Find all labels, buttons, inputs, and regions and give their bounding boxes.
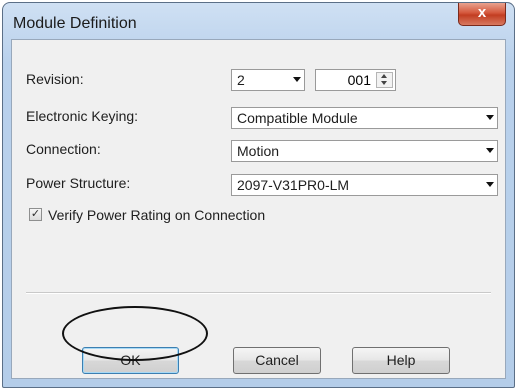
close-icon[interactable]: x <box>478 4 486 21</box>
chevron-down-icon[interactable] <box>486 182 494 187</box>
power-structure-value: 2097-V31PR0-LM <box>237 177 350 193</box>
revision-label: Revision: <box>26 71 84 87</box>
spinner-buttons[interactable] <box>376 72 393 88</box>
electronic-keying-value: Compatible Module <box>237 110 358 126</box>
checkmark-icon: ✓ <box>30 208 41 220</box>
help-button[interactable]: Help <box>352 347 450 374</box>
verify-power-checkbox[interactable]: ✓ <box>29 208 42 221</box>
power-structure-label: Power Structure: <box>26 175 131 191</box>
connection-label: Connection: <box>26 141 101 157</box>
chevron-down-icon[interactable] <box>486 148 494 153</box>
revision-minor-value: 001 <box>347 72 371 88</box>
ok-highlight-circle <box>62 306 208 361</box>
power-structure-dropdown[interactable]: 2097-V31PR0-LM <box>231 174 498 196</box>
connection-value: Motion <box>237 143 280 159</box>
chevron-down-icon[interactable] <box>486 115 494 120</box>
revision-minor-spinner[interactable]: 001 <box>315 69 396 91</box>
verify-power-label[interactable]: Verify Power Rating on Connection <box>48 207 265 223</box>
electronic-keying-label: Electronic Keying: <box>26 108 139 124</box>
spin-up-icon[interactable] <box>381 74 387 78</box>
revision-major-dropdown[interactable]: 2 <box>231 69 305 91</box>
cancel-button[interactable]: Cancel <box>233 347 321 374</box>
chevron-down-icon[interactable] <box>293 77 301 82</box>
electronic-keying-dropdown[interactable]: Compatible Module <box>231 107 498 129</box>
revision-major-value: 2 <box>237 72 245 88</box>
dialog-title: Module Definition <box>13 15 137 32</box>
spin-down-icon[interactable] <box>381 81 387 85</box>
connection-dropdown[interactable]: Motion <box>231 140 498 162</box>
separator <box>26 292 491 294</box>
title-bar: Module Definition x <box>3 3 514 41</box>
close-button[interactable]: x <box>458 3 506 26</box>
